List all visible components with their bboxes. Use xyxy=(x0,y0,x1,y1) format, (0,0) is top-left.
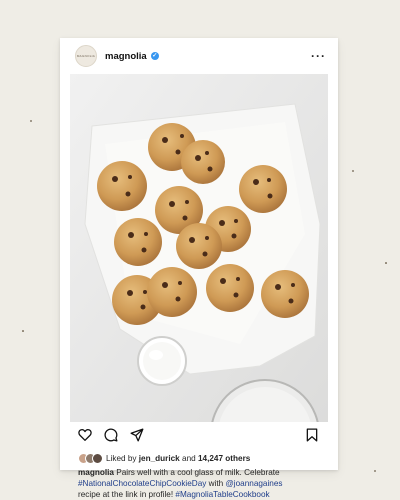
instagram-post-card: MAGNOLIA magnolia ✓ ··· Liked by jen_dur… xyxy=(60,38,338,499)
liker-avatar xyxy=(92,452,103,464)
liked-by-and: and xyxy=(182,453,196,463)
mention-link[interactable]: @joannagaines xyxy=(225,479,282,488)
hashtag-link[interactable]: #NationalChocolateChipCookieDay xyxy=(78,479,206,488)
action-bar xyxy=(78,428,322,446)
post-caption: magnolia Pairs well with a cool glass of… xyxy=(78,467,330,500)
paper-speck xyxy=(374,470,376,472)
caption-text-1: Pairs well with a cool glass of milk. Ce… xyxy=(116,468,280,477)
paper-speck xyxy=(385,262,387,264)
paper-speck xyxy=(22,330,24,332)
post-photo[interactable] xyxy=(70,74,328,422)
likes-row: Liked by jen_durick and 14,247 others xyxy=(78,451,250,465)
liker-avatars[interactable] xyxy=(78,452,106,464)
username[interactable]: magnolia xyxy=(105,51,147,62)
liked-by-user[interactable]: jen_durick xyxy=(139,454,180,463)
verified-badge-icon: ✓ xyxy=(150,52,159,60)
avatar-text: MAGNOLIA xyxy=(76,54,96,58)
caption-text-3: recipe at the link in profile! xyxy=(78,490,174,499)
likes-count[interactable]: 14,247 others xyxy=(198,454,250,463)
more-horizontal-icon[interactable]: ··· xyxy=(311,50,326,62)
comment-icon[interactable] xyxy=(104,428,118,442)
post-header: MAGNOLIA magnolia ✓ ··· xyxy=(60,38,338,74)
paper-speck xyxy=(352,170,354,172)
milk-glass xyxy=(137,336,187,386)
send-icon[interactable] xyxy=(130,428,144,442)
paper-speck xyxy=(30,120,32,122)
bookmark-icon[interactable] xyxy=(306,428,318,442)
caption-text-2: with xyxy=(208,479,224,488)
cookies-photo xyxy=(70,74,328,422)
hashtag-link[interactable]: #MagnoliaTableCookbook xyxy=(175,490,269,499)
caption-username[interactable]: magnolia xyxy=(78,468,114,477)
liked-by-prefix: Liked by xyxy=(106,453,137,463)
heart-icon[interactable] xyxy=(78,428,92,441)
avatar[interactable]: MAGNOLIA xyxy=(75,45,97,67)
